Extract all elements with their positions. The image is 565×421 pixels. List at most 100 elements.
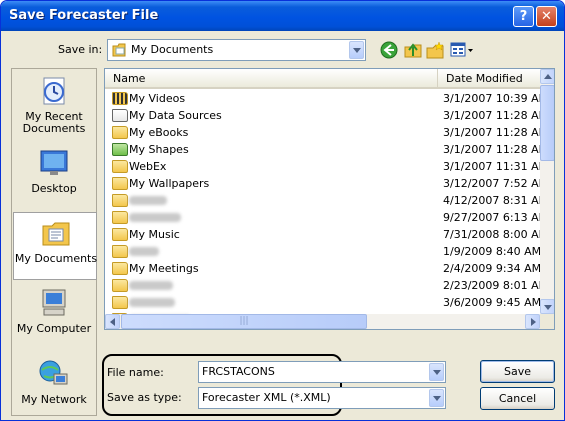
place-label: My Network <box>21 393 87 406</box>
file-row[interactable]: 9/27/2007 6:13 AM <box>105 209 548 226</box>
file-row[interactable]: My Data Sources 3/1/2007 11:28 AM <box>105 107 548 124</box>
chevron-down-icon[interactable] <box>429 389 444 407</box>
file-row[interactable]: My Videos 3/1/2007 10:39 AM <box>105 90 548 107</box>
file-name-cell: My eBooks <box>129 126 189 139</box>
column-header-name[interactable]: Name <box>105 69 438 89</box>
file-row[interactable]: My Shapes 3/1/2007 11:28 AM <box>105 141 548 158</box>
file-name-cell: My Meetings <box>129 262 199 275</box>
save-as-type-dropdown[interactable]: Forecaster XML (*.XML) <box>198 387 446 409</box>
folder-icon <box>112 177 128 190</box>
redacted-name <box>129 213 181 222</box>
chevron-down-icon[interactable] <box>349 41 364 59</box>
scroll-corner <box>540 314 554 329</box>
date-modified-cell: 7/31/2008 8:00 AM <box>443 228 549 241</box>
date-modified-cell: 4/12/2007 8:31 AM <box>443 194 549 207</box>
date-modified-cell: 3/1/2007 10:39 AM <box>443 92 549 105</box>
my-documents-small-icon <box>112 43 126 57</box>
chevron-down-icon[interactable] <box>429 363 444 381</box>
save-in-value: My Documents <box>131 43 214 56</box>
save-button[interactable]: Save <box>480 360 555 383</box>
date-modified-cell: 3/1/2007 11:28 AM <box>443 143 549 156</box>
file-row[interactable]: My Wallpapers 3/12/2007 7:52 AM <box>105 175 548 192</box>
date-modified-cell: 3/1/2007 11:28 AM <box>443 109 549 122</box>
recent-documents-icon <box>43 77 65 105</box>
date-modified-cell: 3/1/2007 11:31 AM <box>443 160 549 173</box>
file-name-value: FRCSTACONS <box>202 365 275 378</box>
date-modified-cell: 2/4/2009 9:34 AM <box>443 262 542 275</box>
file-row[interactable]: My Meetings 2/4/2009 9:34 AM <box>105 260 542 277</box>
redacted-name <box>129 298 175 307</box>
place-my-documents[interactable]: My Documents <box>13 212 97 280</box>
close-button[interactable]: ✕ <box>536 6 557 27</box>
scroll-left-button[interactable] <box>105 314 120 329</box>
new-folder-icon[interactable] <box>426 41 444 59</box>
date-modified-cell: 3/6/2009 9:45 AM <box>443 296 542 309</box>
folder-icon <box>112 279 128 292</box>
scroll-up-button[interactable] <box>540 69 554 84</box>
folder-icon <box>112 194 128 207</box>
cancel-button[interactable]: Cancel <box>480 387 555 410</box>
desktop-icon <box>40 150 68 175</box>
redacted-name <box>129 281 173 290</box>
file-row[interactable]: 4/12/2007 8:31 AM <box>105 192 548 209</box>
folder-icon <box>112 296 128 309</box>
vertical-scrollbar[interactable] <box>540 69 554 314</box>
column-header-date-modified[interactable]: Date Modified <box>438 69 540 89</box>
vertical-scroll-thumb[interactable] <box>540 85 554 161</box>
up-folder-icon[interactable] <box>404 41 422 59</box>
close-icon: ✕ <box>541 9 552 24</box>
place-label: My Recent Documents <box>22 110 86 135</box>
window-title: Save Forecaster File <box>9 8 159 23</box>
shapes-folder-icon <box>112 143 128 156</box>
horizontal-scroll-thumb[interactable]: ||| <box>121 314 367 329</box>
folder-icon <box>112 228 128 241</box>
save-as-type-label: Save as type: <box>107 391 182 404</box>
file-name-label: File name: <box>107 366 164 379</box>
place-my-network[interactable]: My Network <box>12 354 96 420</box>
redacted-name <box>129 196 167 205</box>
my-network-icon <box>39 360 68 385</box>
file-name-cell: My Music <box>129 228 180 241</box>
file-name-cell: My Wallpapers <box>129 177 210 190</box>
date-modified-cell: 3/1/2007 11:28 AM <box>443 126 549 139</box>
file-name-cell: My Shapes <box>129 143 189 156</box>
file-row[interactable]: 2/23/2009 8:01 AM <box>105 277 548 294</box>
date-modified-cell: 1/9/2009 8:40 AM <box>443 245 542 258</box>
place-label: My Documents <box>14 252 98 265</box>
horizontal-scrollbar[interactable]: ||| <box>105 314 540 329</box>
help-button[interactable]: ? <box>513 6 534 27</box>
place-label: Desktop <box>31 182 77 195</box>
file-list[interactable]: Name Date Modified My Videos 3/1/2007 10:… <box>104 68 555 330</box>
title-bar[interactable]: Save Forecaster File ? ✕ <box>1 1 564 31</box>
place-desktop[interactable]: Desktop <box>12 143 96 211</box>
place-my-computer[interactable]: My Computer <box>12 283 96 351</box>
scroll-right-button[interactable] <box>525 314 540 329</box>
save-in-dropdown[interactable]: My Documents <box>107 39 366 61</box>
data-sources-folder-icon <box>112 109 128 122</box>
folder-icon <box>112 126 128 139</box>
file-name-cell: My Data Sources <box>129 109 222 122</box>
file-row[interactable]: My Music 7/31/2008 8:00 AM <box>105 226 548 243</box>
file-name-input[interactable]: FRCSTACONS <box>198 361 446 383</box>
file-name-cell: WebEx <box>129 160 167 173</box>
help-icon: ? <box>519 9 528 24</box>
folder-icon <box>112 211 128 224</box>
save-in-label: Save in: <box>58 43 103 56</box>
my-documents-icon <box>42 222 70 246</box>
my-computer-icon <box>42 289 66 316</box>
date-modified-cell: 9/27/2007 6:13 AM <box>443 211 549 224</box>
save-dialog: Save Forecaster File ? ✕ Save in: My Doc… <box>0 0 565 421</box>
file-row[interactable]: WebEx 3/1/2007 11:31 AM <box>105 158 548 175</box>
redacted-name <box>129 247 159 256</box>
file-row[interactable]: 3/6/2009 9:45 AM <box>105 294 542 311</box>
file-row[interactable]: My eBooks 3/1/2007 11:28 AM <box>105 124 548 141</box>
places-bar: My Recent Documents Desktop My Documents <box>11 68 97 416</box>
back-icon[interactable] <box>380 41 398 59</box>
views-menu-icon[interactable] <box>450 41 474 59</box>
scroll-down-button[interactable] <box>540 299 554 314</box>
date-modified-cell: 3/12/2007 7:52 AM <box>443 177 549 190</box>
file-row[interactable]: 1/9/2009 8:40 AM <box>105 243 542 260</box>
date-modified-cell: 2/23/2009 8:01 AM <box>443 279 549 292</box>
videos-folder-icon <box>112 92 128 105</box>
place-my-recent-documents[interactable]: My Recent Documents <box>12 71 96 139</box>
